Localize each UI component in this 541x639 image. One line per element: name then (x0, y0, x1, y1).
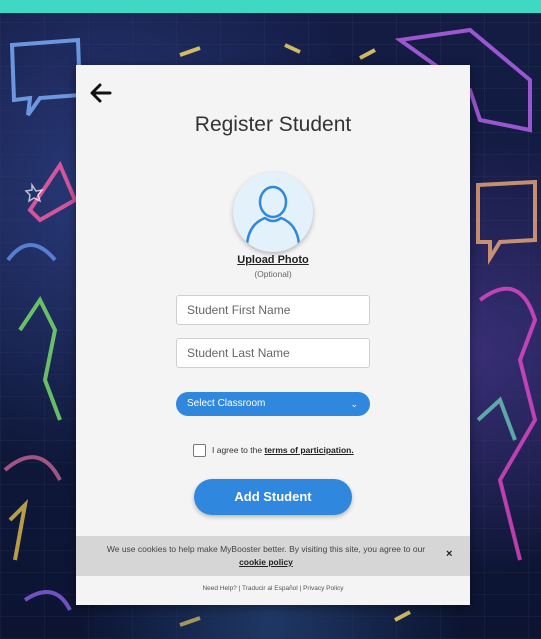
classroom-select-value: Select Classroom (187, 398, 266, 409)
cookie-message: We use cookies to help make MyBooster be… (96, 543, 436, 569)
terms-prefix: I agree to the (212, 445, 265, 455)
last-name-input[interactable] (176, 338, 370, 368)
cookie-text: We use cookies to help make MyBooster be… (106, 544, 426, 554)
classroom-select[interactable]: Select Classroom ⌄ (176, 392, 370, 416)
back-arrow-icon[interactable] (90, 83, 112, 103)
top-accent-bar (0, 0, 541, 13)
first-name-input[interactable] (176, 295, 370, 325)
upload-photo-link[interactable]: Upload Photo (76, 254, 470, 266)
help-link[interactable]: Need Help? (202, 585, 236, 592)
add-student-button[interactable]: Add Student (194, 479, 352, 515)
user-silhouette-icon (245, 185, 301, 246)
footer-links: Need Help? | Traducir al Español | Priva… (76, 585, 470, 592)
register-student-modal: Register Student Upload Photo (Optional)… (76, 65, 470, 605)
cookie-policy-link[interactable]: cookie policy (239, 557, 293, 567)
terms-agreement: I agree to the terms of participation. (193, 442, 354, 458)
page-title: Register Student (194, 113, 352, 136)
terms-label: I agree to the terms of participation. (212, 445, 354, 455)
translate-link[interactable]: Traducir al Español (242, 585, 298, 592)
terms-checkbox[interactable] (193, 443, 206, 457)
avatar[interactable] (233, 172, 313, 252)
terms-link[interactable]: terms of participation. (264, 445, 353, 455)
optional-label: (Optional) (254, 269, 292, 279)
close-icon[interactable]: × (446, 548, 452, 560)
cookie-banner: We use cookies to help make MyBooster be… (76, 536, 470, 576)
privacy-link[interactable]: Privacy Policy (303, 585, 343, 592)
chevron-down-icon: ⌄ (350, 399, 358, 409)
